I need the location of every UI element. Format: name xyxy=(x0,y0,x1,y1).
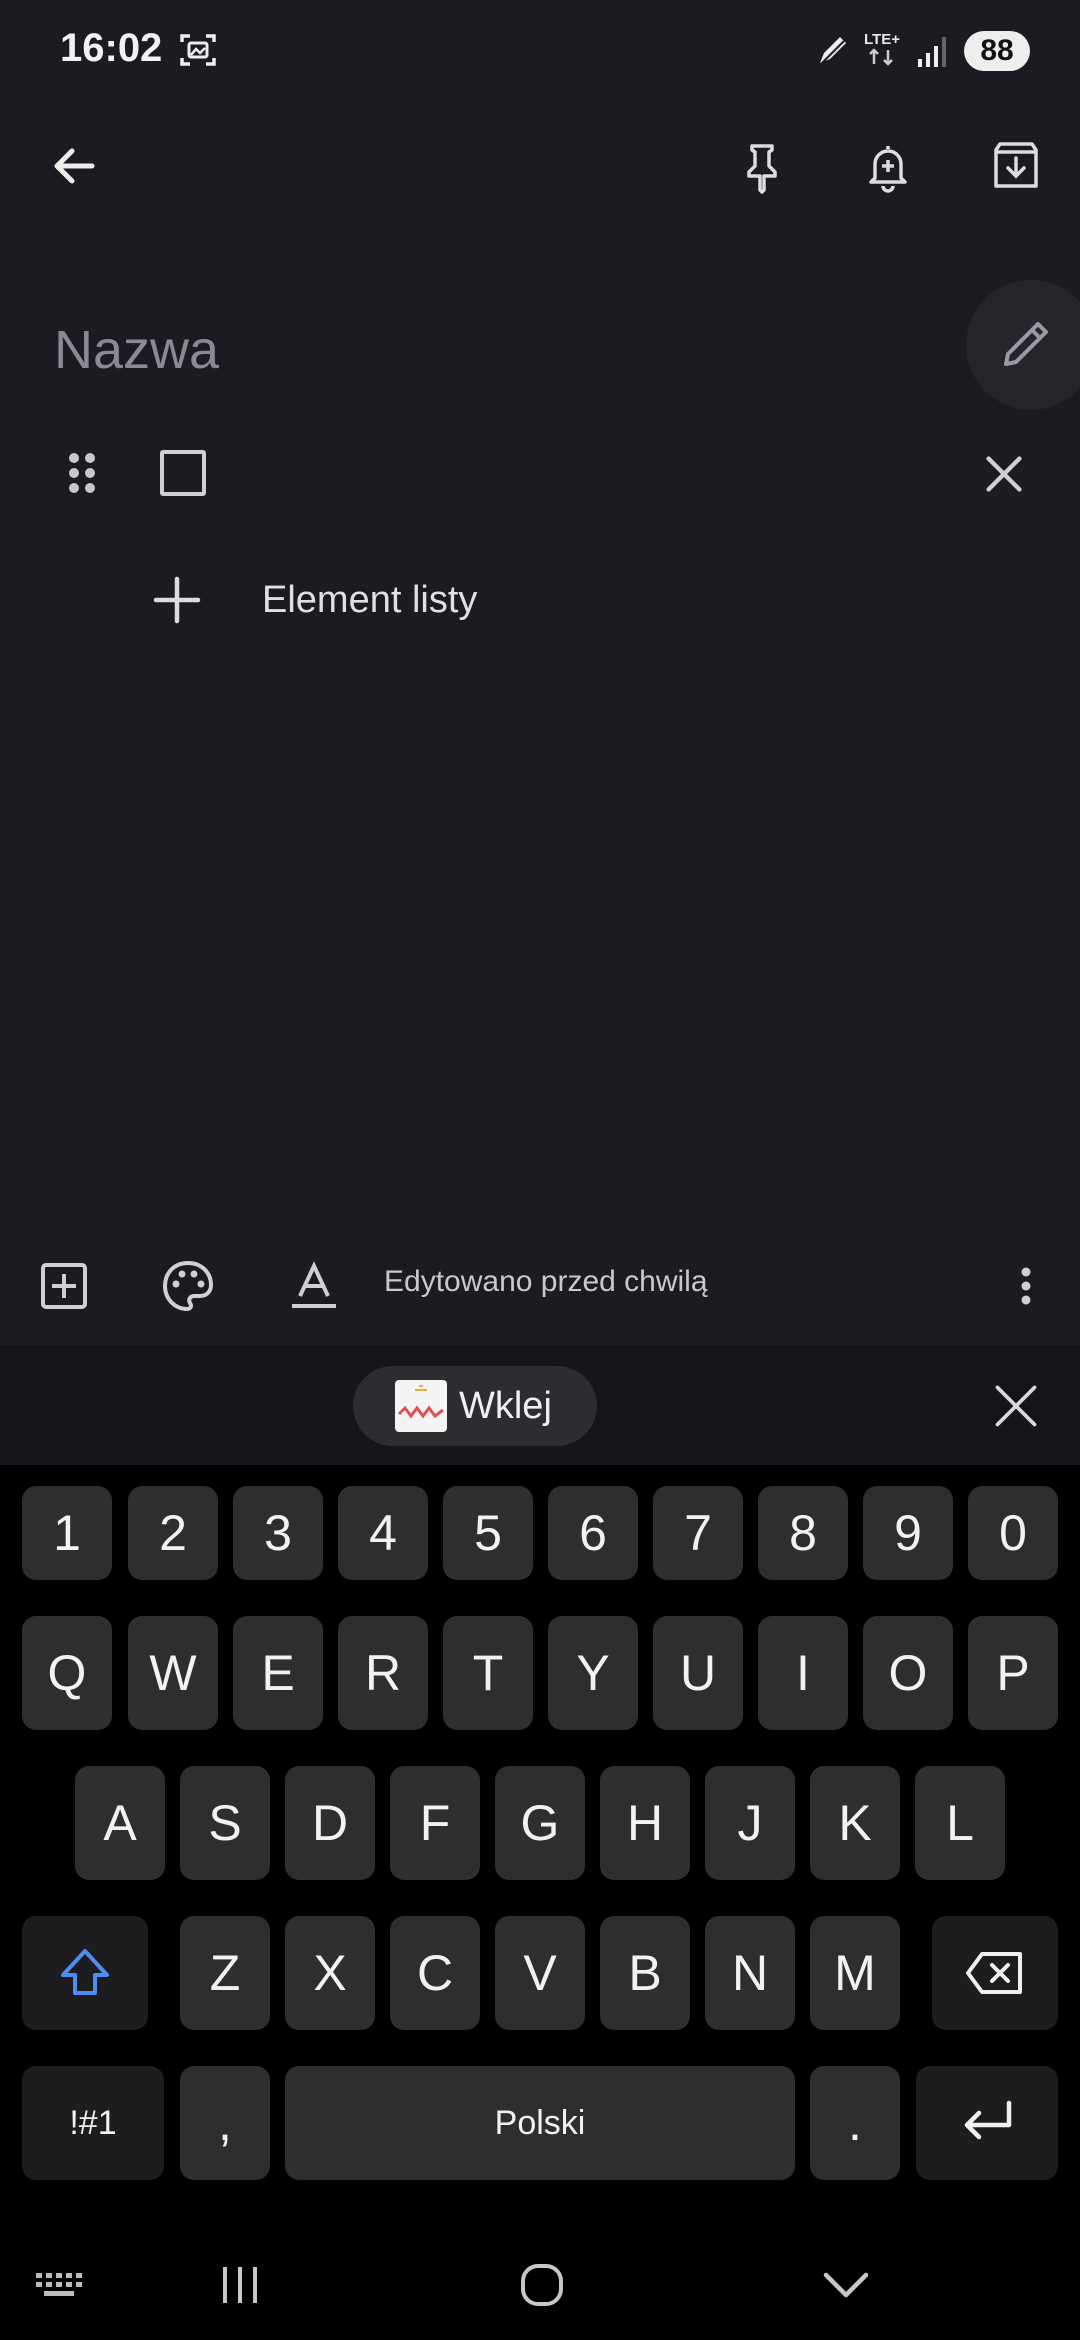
key-2[interactable]: 2 xyxy=(128,1486,218,1580)
home-button[interactable] xyxy=(502,2250,582,2320)
signal-icon xyxy=(918,37,946,67)
pin-icon xyxy=(747,144,777,194)
key-z[interactable]: Z xyxy=(180,1916,270,2030)
key-d[interactable]: D xyxy=(285,1766,375,1880)
backspace-icon xyxy=(966,1952,1022,1994)
keyboard-switch-button[interactable] xyxy=(20,2250,100,2320)
reminder-button[interactable] xyxy=(852,130,924,202)
key-p[interactable]: P xyxy=(968,1616,1058,1730)
hide-keyboard-button[interactable] xyxy=(806,2250,886,2320)
key-u[interactable]: U xyxy=(653,1616,743,1730)
keyboard-grid-icon xyxy=(36,2273,82,2296)
status-time: 16:02 xyxy=(60,26,163,70)
pin-button[interactable] xyxy=(726,130,798,202)
key-r[interactable]: R xyxy=(338,1616,428,1730)
key-t[interactable]: T xyxy=(443,1616,533,1730)
key-k[interactable]: K xyxy=(810,1766,900,1880)
drawing-button[interactable] xyxy=(966,280,1080,410)
clipboard-thumbnail xyxy=(395,1380,447,1432)
key-m[interactable]: M xyxy=(810,1916,900,2030)
key-l[interactable]: L xyxy=(915,1766,1005,1880)
paste-chip[interactable]: Wklej xyxy=(353,1366,597,1446)
key-y[interactable]: Y xyxy=(548,1616,638,1730)
add-list-item-button[interactable]: Element listy xyxy=(150,560,477,640)
key-g[interactable]: G xyxy=(495,1766,585,1880)
key-5[interactable]: 5 xyxy=(443,1486,533,1580)
comma-key[interactable]: , xyxy=(180,2066,270,2180)
key-x[interactable]: X xyxy=(285,1916,375,2030)
key-s[interactable]: S xyxy=(180,1766,270,1880)
period-key[interactable]: . xyxy=(810,2066,900,2180)
more-options-button[interactable] xyxy=(980,1250,1052,1322)
text-format-button[interactable] xyxy=(278,1250,350,1322)
clipboard-close-button[interactable] xyxy=(980,1370,1052,1442)
key-6[interactable]: 6 xyxy=(548,1486,638,1580)
symbols-key[interactable]: !#1 xyxy=(22,2066,164,2180)
close-icon xyxy=(986,456,1022,492)
battery-icon: 88 xyxy=(964,31,1030,71)
recent-apps-button[interactable] xyxy=(200,2250,280,2320)
add-content-button[interactable] xyxy=(28,1250,100,1322)
key-9[interactable]: 9 xyxy=(863,1486,953,1580)
key-j[interactable]: J xyxy=(705,1766,795,1880)
archive-button[interactable] xyxy=(980,130,1052,202)
home-icon xyxy=(521,2264,563,2306)
key-i[interactable]: I xyxy=(758,1616,848,1730)
space-key[interactable]: Polski xyxy=(285,2066,795,2180)
add-list-item-label: Element listy xyxy=(262,578,478,621)
add-box-icon xyxy=(41,1263,87,1309)
paste-label: Wklej xyxy=(459,1384,552,1427)
pencil-icon xyxy=(1004,322,1048,366)
key-w[interactable]: W xyxy=(128,1616,218,1730)
enter-key[interactable] xyxy=(916,2066,1058,2180)
key-0[interactable]: 0 xyxy=(968,1486,1058,1580)
shift-key[interactable] xyxy=(22,1916,148,2030)
plus-icon xyxy=(153,576,201,624)
back-button[interactable] xyxy=(38,130,110,202)
key-8[interactable]: 8 xyxy=(758,1486,848,1580)
drag-handle-icon[interactable] xyxy=(62,448,102,498)
key-b[interactable]: B xyxy=(600,1916,690,2030)
pen-icon xyxy=(817,37,846,68)
key-q[interactable]: Q xyxy=(22,1616,112,1730)
list-item-checkbox[interactable] xyxy=(160,450,206,496)
key-o[interactable]: O xyxy=(863,1616,953,1730)
enter-icon xyxy=(964,2100,1012,2140)
key-f[interactable]: F xyxy=(390,1766,480,1880)
note-title-input[interactable] xyxy=(54,310,934,390)
recent-apps-icon xyxy=(223,2267,257,2303)
key-a[interactable]: A xyxy=(75,1766,165,1880)
key-n[interactable]: N xyxy=(705,1916,795,2030)
key-7[interactable]: 7 xyxy=(653,1486,743,1580)
archive-icon xyxy=(994,142,1038,188)
key-e[interactable]: E xyxy=(233,1616,323,1730)
remove-item-button[interactable] xyxy=(968,438,1040,510)
close-icon xyxy=(995,1385,1037,1427)
palette-icon xyxy=(162,1260,214,1312)
color-button[interactable] xyxy=(152,1250,224,1322)
text-format-icon xyxy=(292,1261,336,1308)
back-arrow-icon xyxy=(54,148,95,184)
data-arrows-icon: LTE+ xyxy=(864,30,900,71)
add-reminder-icon xyxy=(869,146,907,193)
screenshot-icon xyxy=(180,34,216,66)
more-vert-icon xyxy=(1021,1267,1031,1305)
network-type: LTE+ xyxy=(864,30,900,48)
key-c[interactable]: C xyxy=(390,1916,480,2030)
key-v[interactable]: V xyxy=(495,1916,585,2030)
key-4[interactable]: 4 xyxy=(338,1486,428,1580)
edited-timestamp: Edytowano przed chwilą xyxy=(384,1265,708,1298)
backspace-key[interactable] xyxy=(932,1916,1058,2030)
shift-icon xyxy=(61,1949,109,1995)
key-h[interactable]: H xyxy=(600,1766,690,1880)
key-1[interactable]: 1 xyxy=(22,1486,112,1580)
key-3[interactable]: 3 xyxy=(233,1486,323,1580)
chevron-down-icon xyxy=(823,2272,869,2298)
status-bar: 16:02 LTE+ 88 xyxy=(0,0,1080,100)
